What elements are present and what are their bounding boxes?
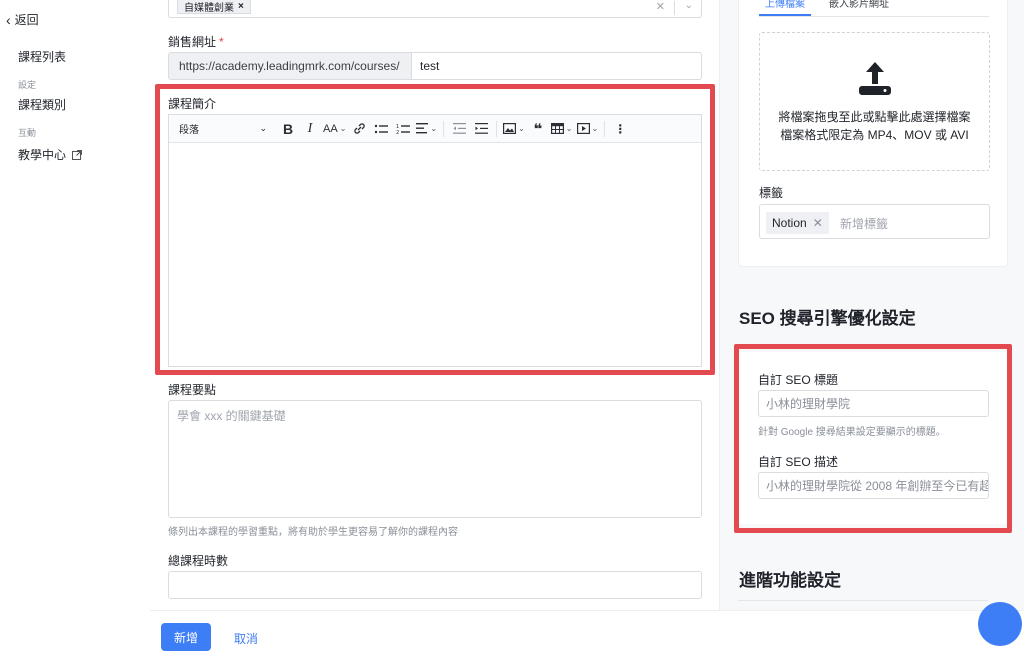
category-chip-label: 自媒體創業: [184, 3, 234, 14]
category-chip: 自媒體創業 ×: [177, 0, 251, 14]
sidebar-item-label: 教學中心: [18, 148, 67, 162]
points-label: 課程要點: [168, 383, 217, 397]
chevron-left-icon: ‹: [6, 11, 11, 28]
external-link-icon: [72, 149, 83, 160]
form-footer: 新增 取消: [150, 610, 1024, 662]
align-icon[interactable]: ⌄: [414, 118, 439, 140]
sidebar-item-course-list[interactable]: 課程列表: [18, 48, 66, 65]
dropzone-format-hint: 檔案格式限定為 MP4、MOV 或 AVI: [780, 128, 969, 142]
sidebar-group-settings: 設定: [18, 80, 37, 90]
file-dropzone[interactable]: 將檔案拖曳至此或點擊此處選擇檔案 檔案格式限定為 MP4、MOV 或 AVI: [759, 32, 990, 171]
tag-add-placeholder: 新增標籤: [840, 217, 889, 231]
table-icon[interactable]: ⌄: [549, 118, 575, 140]
sidebar-group-interaction: 互動: [18, 128, 37, 138]
chevron-down-icon[interactable]: ⌄: [685, 0, 693, 11]
rich-text-editor: 段落 ⌄ B I AA ⌄ 12 ⌄ ⌄ ❝ ⌄ ⌄ ⋮: [168, 114, 702, 367]
chevron-down-icon: ⌄: [259, 123, 267, 133]
url-slug-input[interactable]: test: [411, 52, 702, 80]
intro-label: 課程簡介: [168, 97, 217, 111]
sidebar-item-course-category[interactable]: 課程類別: [18, 96, 66, 113]
hours-label: 總課程時數: [168, 554, 229, 568]
bold-button[interactable]: B: [277, 118, 299, 140]
chevron-down-icon: ⌄: [565, 124, 573, 133]
sidebar: ‹ 返回 課程列表 設定 課程類別 互動 教學中心: [0, 0, 150, 662]
dropzone-instruction: 將檔案拖曳至此或點擊此處選擇檔案: [778, 110, 971, 124]
url-prefix: https://academy.leadingmrk.com/courses/: [168, 52, 412, 80]
media-tabs: 上傳檔案 嵌入影片網址: [759, 0, 989, 17]
right-panel: 上傳檔案 嵌入影片網址 將檔案拖曳至此或點擊此處選擇檔案 檔案格式限定為 MP4…: [720, 0, 1024, 662]
cancel-button[interactable]: 取消: [234, 630, 258, 647]
sales-url-label-text: 銷售網址: [168, 35, 217, 49]
editor-toolbar: 段落 ⌄ B I AA ⌄ 12 ⌄ ⌄ ❝ ⌄ ⌄ ⋮: [169, 115, 701, 143]
tab-embed-url[interactable]: 嵌入影片網址: [829, 0, 889, 10]
points-help-text: 條列出本課程的學習重點，將有助於學生更容易了解你的課程內容: [168, 527, 458, 538]
back-link[interactable]: ‹ 返回: [6, 11, 39, 28]
image-icon[interactable]: ⌄: [501, 118, 527, 140]
chat-widget-button[interactable]: [978, 602, 1022, 646]
font-size-label: AA: [323, 122, 338, 135]
outdent-icon[interactable]: [448, 118, 470, 140]
toolbar-divider: [496, 120, 498, 137]
seo-card: 自訂 SEO 標題 小林的理財學院 針對 Google 搜尋結果設定要顯示的標題…: [738, 352, 1008, 524]
sidebar-item-label: 課程類別: [18, 98, 67, 112]
bullet-list-icon[interactable]: [370, 118, 392, 140]
chevron-down-icon: ⌄: [430, 124, 438, 133]
paragraph-select-label: 段落: [179, 125, 199, 136]
font-size-button[interactable]: AA ⌄: [321, 118, 348, 140]
sales-url-label: 銷售網址 *: [168, 33, 224, 50]
media-card: 上傳檔案 嵌入影片網址 將檔案拖曳至此或點擊此處選擇檔案 檔案格式限定為 MP4…: [738, 0, 1008, 267]
media-embed-icon[interactable]: ⌄: [575, 118, 601, 140]
submit-button[interactable]: 新增: [161, 623, 211, 651]
select-divider: [674, 1, 675, 15]
sidebar-item-teaching-center[interactable]: 教學中心: [18, 146, 83, 163]
seo-desc-input[interactable]: 小林的理財學院從 2008 年創辦至今已有超過: [758, 472, 989, 499]
back-label: 返回: [14, 13, 39, 27]
required-mark: *: [219, 35, 224, 49]
more-options-icon[interactable]: ⋮: [609, 118, 631, 140]
divider: [738, 600, 988, 601]
editor-content-area[interactable]: [169, 143, 701, 366]
chevron-down-icon: ⌄: [339, 124, 347, 133]
tab-upload[interactable]: 上傳檔案: [759, 0, 811, 16]
category-select[interactable]: 自媒體創業 × ✕ ⌄: [168, 0, 702, 18]
main-form: 自媒體創業 × ✕ ⌄ 銷售網址 * https://academy.leadin…: [150, 0, 720, 662]
chevron-down-icon: ⌄: [518, 124, 525, 133]
points-textarea[interactable]: 學會 xxx 的關鍵基礎: [168, 400, 702, 518]
seo-title-input[interactable]: 小林的理財學院: [758, 390, 989, 417]
numbered-list-icon[interactable]: 12: [392, 118, 414, 140]
svg-text:2: 2: [396, 130, 399, 135]
clear-icon[interactable]: ✕: [656, 0, 665, 13]
chip-remove-icon[interactable]: ×: [238, 1, 244, 12]
upload-icon: [858, 62, 891, 95]
paragraph-select[interactable]: 段落 ⌄: [175, 121, 271, 136]
quote-icon[interactable]: ❝: [527, 118, 549, 140]
tag-remove-icon[interactable]: ✕: [813, 216, 823, 230]
tags-input[interactable]: Notion ✕ 新增標籤: [759, 204, 990, 239]
chevron-down-icon: ⌄: [591, 124, 599, 133]
seo-section-title: SEO 搜尋引擎優化設定: [739, 309, 916, 328]
tag-chip-label: Notion: [772, 216, 807, 230]
hours-input[interactable]: [168, 571, 702, 599]
advanced-section-title: 進階功能設定: [739, 571, 841, 590]
link-icon[interactable]: [348, 118, 370, 140]
tag-chip: Notion ✕: [766, 212, 829, 234]
tags-label: 標籤: [759, 186, 784, 200]
toolbar-divider: [443, 120, 445, 137]
indent-icon[interactable]: [470, 118, 492, 140]
toolbar-divider: [604, 120, 606, 137]
italic-button[interactable]: I: [299, 118, 321, 140]
sidebar-item-label: 課程列表: [18, 50, 67, 64]
seo-desc-label: 自訂 SEO 描述: [758, 455, 839, 469]
seo-title-help: 針對 Google 搜尋結果設定要顯示的標題。: [758, 427, 946, 438]
seo-title-label: 自訂 SEO 標題: [758, 373, 839, 387]
